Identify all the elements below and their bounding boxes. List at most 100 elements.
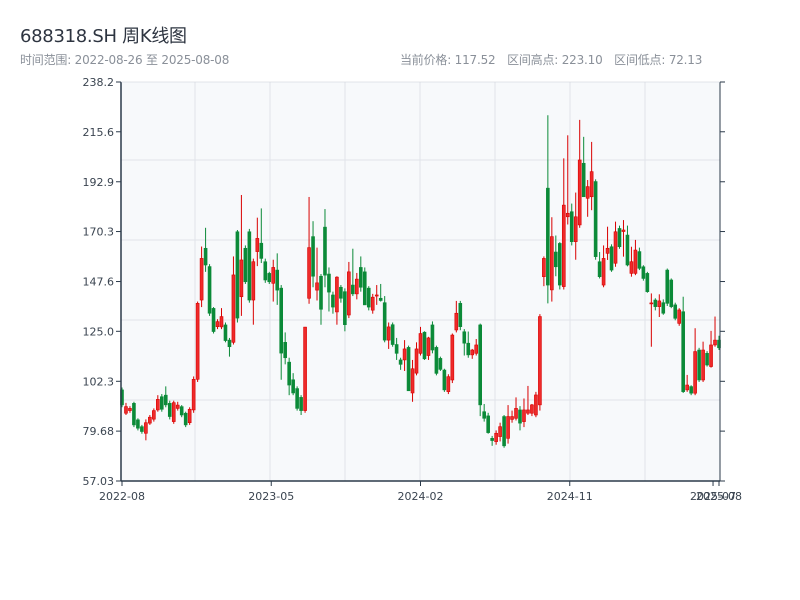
candle-body <box>601 258 606 286</box>
candle-body <box>669 279 674 307</box>
candle-body <box>171 402 176 422</box>
candle-body <box>494 432 498 442</box>
candle-body <box>561 204 566 287</box>
candle-body <box>243 247 248 283</box>
candle-body <box>597 261 602 277</box>
candle-body <box>605 247 610 254</box>
candle-body <box>677 309 682 324</box>
candle-body <box>434 347 439 374</box>
candle-body <box>366 287 371 308</box>
candle-body <box>136 419 140 429</box>
candle-body <box>219 316 224 328</box>
y-tick-label: 170.3 <box>83 226 115 239</box>
y-tick-label: 125.0 <box>83 325 115 338</box>
candle-body <box>307 247 311 299</box>
candle-body <box>128 408 132 411</box>
candle-body <box>506 416 510 439</box>
candle-body <box>311 236 315 277</box>
candle-body <box>148 416 152 424</box>
candle-body <box>573 216 578 242</box>
candle-body <box>645 273 650 292</box>
candle-body <box>191 379 196 411</box>
candle-body <box>378 297 383 301</box>
candle-body <box>394 344 399 354</box>
candle-body <box>713 339 717 346</box>
candle-body <box>438 358 443 370</box>
candle-body <box>132 403 136 426</box>
candle-body <box>239 259 244 298</box>
x-tick-label: 2024-02 <box>398 490 444 503</box>
y-tick-label: 57.03 <box>83 475 115 488</box>
candle-body <box>374 294 379 297</box>
candle-body <box>175 404 180 409</box>
candle-body <box>207 266 212 314</box>
y-tick-label: 215.6 <box>83 126 115 139</box>
candle-body <box>422 331 427 360</box>
candle-body <box>279 287 284 354</box>
candle-body <box>303 326 307 411</box>
candle-body <box>183 412 188 426</box>
candle-body <box>410 368 415 394</box>
candle-body <box>255 238 260 252</box>
candle-body <box>259 242 264 259</box>
candle-body <box>418 333 423 354</box>
y-tick-label: 147.6 <box>83 276 115 289</box>
candle-body <box>502 416 506 447</box>
x-tick-label: 2023-05 <box>248 490 294 503</box>
candle-body <box>358 267 363 288</box>
candle-body <box>144 422 148 434</box>
candle-body <box>406 347 411 392</box>
candle-body <box>398 359 403 365</box>
candle-body <box>641 266 646 279</box>
candle-body <box>466 342 471 356</box>
candle-body <box>295 388 299 409</box>
y-tick-label: 238.2 <box>83 76 115 89</box>
candle-body <box>211 308 216 332</box>
candle-body <box>685 384 689 391</box>
candle-body <box>271 267 276 284</box>
candle-body <box>231 274 236 343</box>
candle-body <box>542 258 546 277</box>
candle-body <box>482 411 486 419</box>
y-tick-label: 79.68 <box>83 425 115 438</box>
candle-body <box>665 269 670 304</box>
candle-body <box>199 258 204 301</box>
candle-body <box>649 302 654 305</box>
candle-body <box>370 296 375 311</box>
candle-body <box>530 404 534 414</box>
candle-body <box>470 349 475 356</box>
candle-body <box>283 342 287 359</box>
y-tick-label: 102.3 <box>83 375 115 388</box>
candle-body <box>140 426 144 432</box>
candle-body <box>550 236 554 291</box>
x-tick-label: 2025-08 <box>696 490 742 503</box>
candle-body <box>291 379 295 394</box>
candle-body <box>195 303 200 380</box>
candle-body <box>534 394 538 416</box>
candle-body <box>227 339 232 348</box>
candle-body <box>629 261 634 274</box>
candle-body <box>518 409 522 424</box>
candle-body <box>546 187 550 286</box>
candle-body <box>657 300 662 307</box>
candle-body <box>577 159 582 226</box>
candle-body <box>486 415 490 433</box>
candle-body <box>124 406 128 414</box>
candle-body <box>510 416 514 420</box>
candlestick-chart: 57.03 79.68 102.3 125.0 147.6 170.3 192.9 215.6… <box>83 76 742 503</box>
candle-body <box>339 286 343 299</box>
candle-body <box>251 261 256 301</box>
candle-body <box>430 324 435 351</box>
candle-body <box>514 408 518 419</box>
candle-body <box>235 231 240 319</box>
candle-body <box>315 282 319 291</box>
candle-body <box>498 426 502 437</box>
candle-body <box>331 294 335 308</box>
candle-body <box>179 406 184 416</box>
candle-body <box>450 334 455 381</box>
candle-body <box>637 251 642 269</box>
x-tick-label: 2022-08 <box>99 490 145 503</box>
candle-body <box>705 353 709 366</box>
candle-body <box>323 226 327 276</box>
candle-body <box>275 269 280 291</box>
